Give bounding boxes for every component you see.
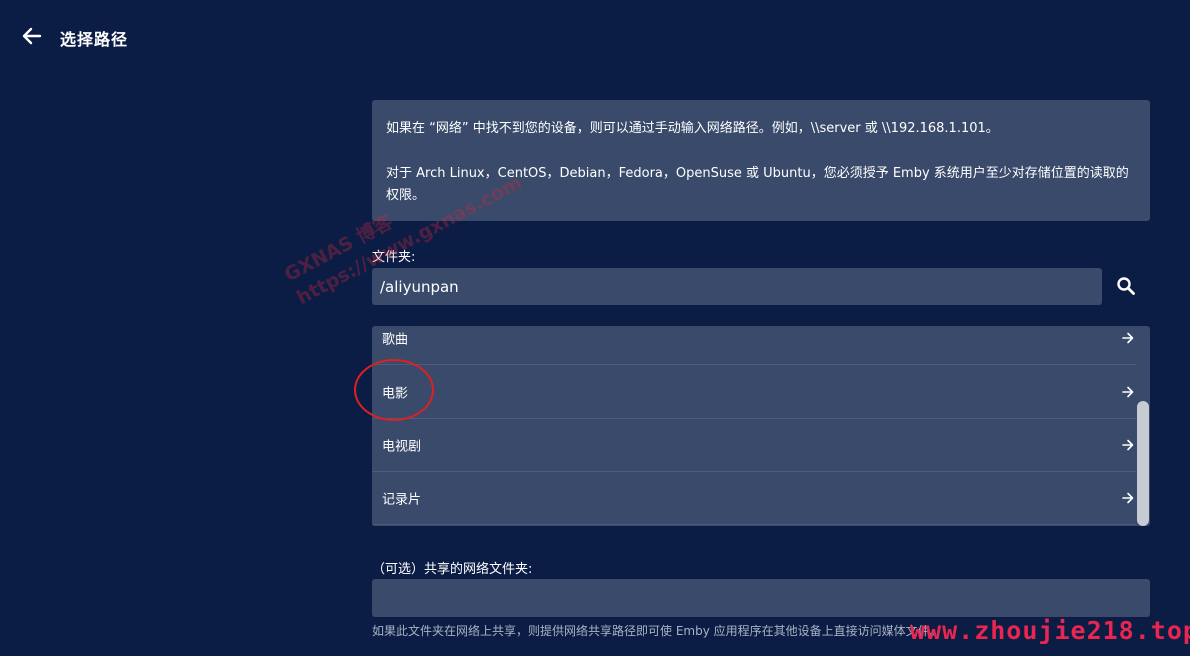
network-share-label: （可选）共享的网络文件夹:	[372, 562, 533, 577]
site-watermark: www.zhoujie218.top	[910, 616, 1190, 645]
list-item-label: 歌曲	[382, 332, 409, 348]
arrow-right-icon	[1122, 386, 1134, 398]
page-title: 选择路径	[60, 30, 129, 49]
network-share-input[interactable]	[372, 579, 1150, 617]
info-text-network: 如果在 “网络” 中找不到您的设备，则可以通过手动输入网络路径。例如，\\ser…	[386, 121, 999, 136]
folder-path-input[interactable]	[372, 268, 1102, 305]
list-item-label: 电视剧	[382, 439, 422, 455]
list-item-tv-series[interactable]: 电视剧	[372, 419, 1136, 472]
info-text-permissions: 对于 Arch Linux，CentOS，Debian，Fedora，OpenS…	[386, 166, 1129, 203]
arrow-right-icon	[1122, 439, 1134, 451]
list-item-movies[interactable]: 电影	[372, 366, 1136, 419]
network-share-help: 如果此文件夹在网络上共享，则提供网络共享路径即可使 Emby 应用程序在其他设备…	[372, 624, 942, 638]
search-icon	[1117, 277, 1135, 295]
scrollbar[interactable]	[1136, 326, 1150, 526]
scrollbar-thumb[interactable]	[1137, 401, 1149, 526]
folder-label: 文件夹:	[372, 250, 416, 265]
list-item-documentaries[interactable]: 记录片	[372, 472, 1136, 525]
list-item-songs[interactable]: 歌曲	[372, 326, 1136, 365]
arrow-right-icon	[1122, 492, 1134, 504]
annotation-circle	[354, 359, 434, 421]
info-box: 如果在 “网络” 中找不到您的设备，则可以通过手动输入网络路径。例如，\\ser…	[372, 100, 1150, 221]
header: 选择路径	[0, 0, 1190, 72]
list-item-label: 记录片	[382, 492, 422, 508]
back-button[interactable]	[18, 24, 46, 48]
arrow-right-icon	[1122, 332, 1134, 344]
arrow-left-icon	[22, 27, 42, 45]
search-button[interactable]	[1110, 270, 1142, 302]
directory-list: 歌曲 电影 电视剧 记录片	[372, 326, 1150, 526]
